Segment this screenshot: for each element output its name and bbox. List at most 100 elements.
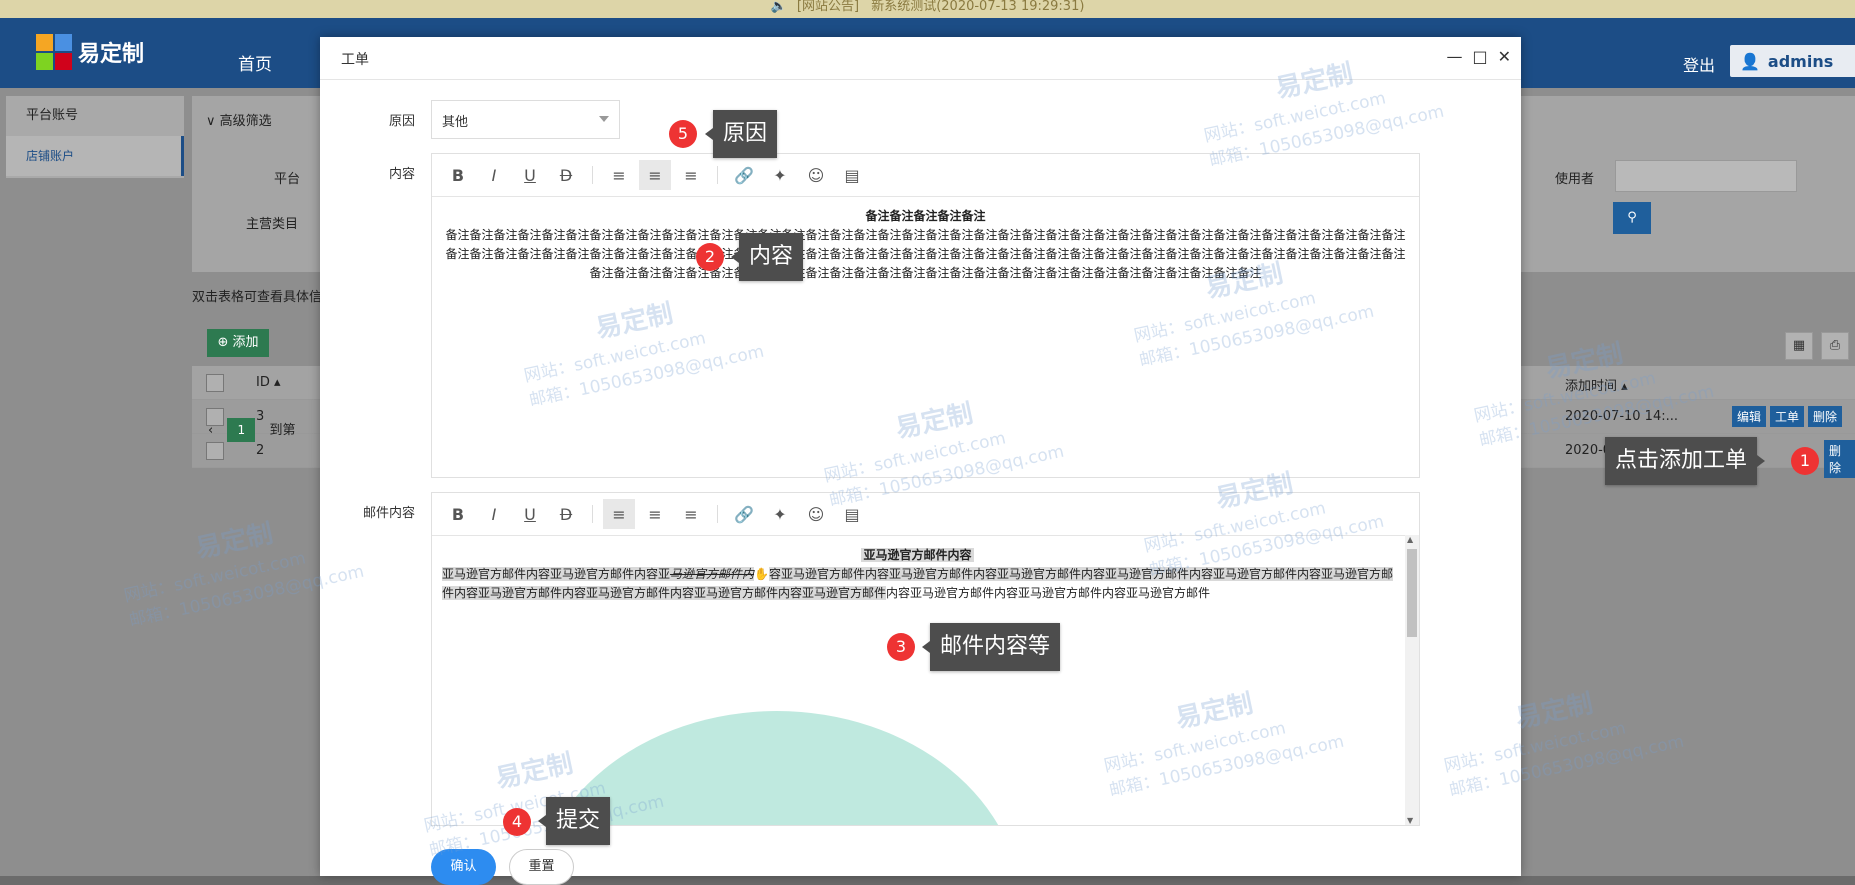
row-id: 2 (256, 443, 265, 458)
bold-icon[interactable]: B (442, 499, 474, 529)
advanced-filter-toggle[interactable]: ∨ 高级筛选 (206, 110, 272, 129)
announcement-label: [网站公告] (796, 0, 860, 14)
columns-icon[interactable]: ▦ (1785, 332, 1813, 360)
align-left-icon[interactable]: ≡ (603, 499, 635, 529)
announcement-text[interactable]: 新系统测试(2020-07-13 19:29:31) (871, 0, 1084, 14)
underline-icon[interactable]: U (514, 499, 546, 529)
table-tools: ▦ ⎙ (1785, 332, 1849, 360)
toolbar-divider (592, 505, 593, 523)
scroll-down-icon[interactable]: ▼ (1407, 816, 1413, 825)
toolbar-divider (592, 166, 593, 184)
scroll-thumb[interactable] (1407, 549, 1417, 637)
content-editor[interactable]: B I U D ≡ ≡ ≡ 🔗 ✦ ☺ ▤ 备注备注备注备注备注 备注备注备注备… (431, 153, 1420, 478)
print-icon[interactable]: ⎙ (1821, 332, 1849, 360)
speaker-icon: 🔈 (770, 0, 787, 14)
platform-label: 平台 (274, 172, 301, 187)
close-icon[interactable]: ✕ (1498, 47, 1511, 66)
align-center-icon[interactable]: ≡ (639, 160, 671, 190)
align-right-icon[interactable]: ≡ (675, 160, 707, 190)
logo[interactable]: 易定制 (36, 34, 144, 70)
callout-badge-1: 1 (1791, 447, 1819, 475)
prev-page[interactable]: ‹ (208, 423, 213, 438)
logout-link[interactable]: 登出 (1683, 52, 1715, 76)
link-icon[interactable]: 🔗 (728, 499, 760, 529)
sidebar-item-platform-account[interactable]: 平台账号 (6, 96, 184, 136)
reason-value: 其他 (442, 115, 469, 130)
callout-content: 内容 (730, 233, 804, 281)
pagination: ‹ 1 到第 (208, 418, 296, 442)
user-label: 使用者 (1555, 172, 1595, 187)
bold-icon[interactable]: B (442, 160, 474, 190)
confirm-button[interactable]: 确认 (431, 849, 496, 885)
toolbar-divider (717, 505, 718, 523)
mail-scrollbar[interactable]: ▲ ▼ (1405, 535, 1419, 825)
work-order-dialog: 工单 — □ ✕ 原因 其他 内容 B I U D ≡ ≡ ≡ 🔗 ✦ ☺ ▤ … (320, 37, 1521, 885)
delete-button[interactable]: 删除 (1808, 406, 1843, 427)
minimize-icon[interactable]: — (1446, 47, 1462, 66)
table-hint: 双击表格可查看具体信 (192, 290, 323, 305)
goto-label: 到第 (269, 423, 296, 438)
add-button[interactable]: ⊕ 添加 (207, 329, 269, 357)
row-checkbox[interactable] (206, 442, 224, 460)
user-icon: 👤 (1740, 51, 1760, 71)
mail-body[interactable]: 亚马逊官方邮件内容 亚马逊官方邮件内容亚马逊官方邮件内容亚马逊官方邮件内✋容亚马… (432, 536, 1419, 825)
mail-label: 邮件内容 (362, 506, 415, 521)
toolbar-divider (717, 166, 718, 184)
nav-home[interactable]: 首页 (238, 50, 272, 75)
category-label: 主营类目 (246, 217, 299, 232)
mail-editor[interactable]: B I U D ≡ ≡ ≡ 🔗 ✦ ☺ ▤ 亚马逊官方邮件内容 亚马逊官方邮件内… (431, 492, 1420, 826)
mail-toolbar: B I U D ≡ ≡ ≡ 🔗 ✦ ☺ ▤ (432, 493, 1419, 536)
row-time: 2020-07-10 14:... (1565, 409, 1679, 424)
mail-heading: 亚马逊官方邮件内容 (861, 548, 974, 562)
edit-button[interactable]: 编辑 (1732, 406, 1767, 427)
content-body[interactable]: 备注备注备注备注备注 备注备注备注备注备注备注备注备注备注备注备注备注备注备注备… (432, 197, 1419, 293)
sidebar: 平台账号 店铺账户 (6, 96, 184, 178)
reason-label: 原因 (388, 114, 415, 129)
emoji-icon[interactable]: ☺ (800, 499, 832, 529)
select-all-checkbox[interactable] (206, 374, 224, 392)
user-menu[interactable]: 👤 admins (1730, 45, 1855, 77)
reset-button[interactable]: 重置 (509, 849, 574, 885)
order-button[interactable]: 工单 (1770, 406, 1805, 427)
page-1[interactable]: 1 (227, 418, 256, 442)
search-button[interactable]: ⚲ (1613, 202, 1651, 234)
link-icon[interactable]: 🔗 (728, 160, 760, 190)
chevron-down-icon (599, 116, 609, 122)
content-heading: 备注备注备注备注备注 (865, 209, 986, 223)
unlink-icon[interactable]: ✦ (764, 499, 796, 529)
maximize-icon[interactable]: □ (1472, 47, 1487, 66)
content-paragraph: 备注备注备注备注备注备注备注备注备注备注备注备注备注备注备注备注备注备注备注备注… (445, 228, 1406, 280)
delete-button[interactable]: 删除 (1824, 440, 1855, 478)
col-time[interactable]: 添加时间 ▴ (1565, 375, 1628, 394)
hand-emoji-icon: ✋ (754, 567, 769, 581)
search-icon: ⚲ (1627, 210, 1637, 225)
user-select[interactable] (1615, 160, 1797, 192)
logo-icon (36, 34, 72, 70)
underline-icon[interactable]: U (514, 160, 546, 190)
unlink-icon[interactable]: ✦ (764, 160, 796, 190)
strikethrough-icon[interactable]: D (550, 499, 582, 529)
image-icon[interactable]: ▤ (836, 160, 868, 190)
announcement-bar: 🔈 [网站公告] 新系统测试(2020-07-13 19:29:31) (0, 0, 1855, 18)
callout-mail-content: 邮件内容等 (921, 623, 1061, 671)
image-icon[interactable]: ▤ (836, 499, 868, 529)
align-right-icon[interactable]: ≡ (675, 499, 707, 529)
align-center-icon[interactable]: ≡ (639, 499, 671, 529)
sidebar-item-shop-account[interactable]: 店铺账户 (6, 136, 184, 176)
dialog-header: 工单 — □ ✕ (320, 37, 1521, 80)
mail-paragraph: 亚马逊官方邮件内容亚马逊官方邮件内容亚马逊官方邮件内✋容亚马逊官方邮件内容亚马逊… (442, 567, 1393, 600)
italic-icon[interactable]: I (478, 160, 510, 190)
user-name: admins (1767, 51, 1834, 71)
callout-submit: 提交 (537, 797, 611, 845)
col-id[interactable]: ID ▴ (256, 375, 281, 390)
callout-badge-4: 4 (503, 808, 531, 836)
strikethrough-icon[interactable]: D (550, 160, 582, 190)
dialog-controls: — □ ✕ (1446, 47, 1511, 66)
scroll-up-icon[interactable]: ▲ (1407, 535, 1413, 544)
reason-select[interactable]: 其他 (431, 100, 620, 139)
emoji-icon[interactable]: ☺ (800, 160, 832, 190)
align-left-icon[interactable]: ≡ (603, 160, 635, 190)
content-toolbar: B I U D ≡ ≡ ≡ 🔗 ✦ ☺ ▤ (432, 154, 1419, 197)
italic-icon[interactable]: I (478, 499, 510, 529)
callout-reason: 原因 (704, 110, 778, 158)
